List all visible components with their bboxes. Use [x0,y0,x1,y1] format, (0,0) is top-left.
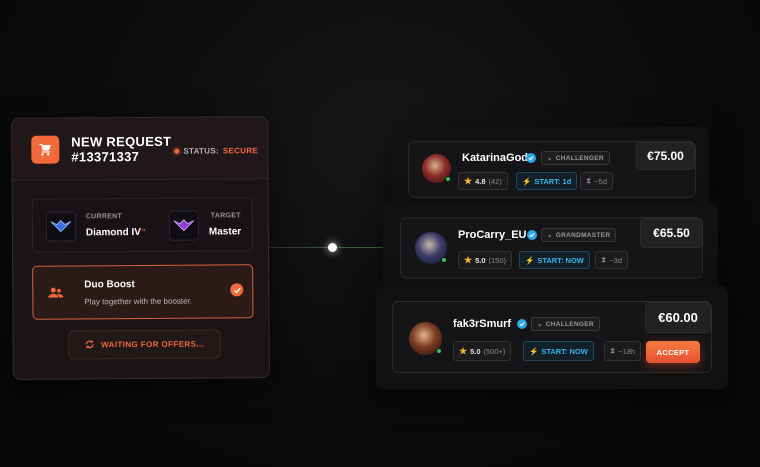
current-label: CURRENT [85,213,123,221]
users-icon [48,286,64,304]
request-title-line1: NEW REQUEST [71,133,172,150]
verified-icon [517,319,527,329]
eta-chip: ⧗ ~18h [604,341,642,361]
eta-chip: ⧗ ~5d [580,172,613,190]
refresh-icon [85,339,95,351]
hourglass-icon: ⧗ [601,255,607,264]
start-time-chip: ⚡ START: NOW [519,251,590,269]
request-header: NEW REQUEST #13371337 STATUS: SECURE [12,117,268,181]
bolt-icon: ⚡ [525,255,535,265]
status-badge: STATUS: SECURE [174,146,258,156]
avatar [409,322,442,355]
rank-panel: CURRENT Diamond IV → TARGET Master [31,197,254,253]
review-count: (42) [488,176,502,186]
waiting-for-offers-button[interactable]: WAITING FOR OFFERS... [68,329,221,360]
bolt-icon: ⚡ [522,176,532,186]
avatar [415,232,447,264]
review-count: (150) [488,255,507,265]
cart-icon [31,135,60,164]
arrow-right-icon: → [135,220,148,236]
booster-name: ProCarry_EU [458,229,527,241]
star-icon: ★ [464,175,473,186]
eta-value: ~18h [618,346,636,356]
hourglass-icon: ⧗ [586,176,592,185]
start-label: START: NOW [541,346,588,356]
eta-value: ~5d [594,176,607,186]
online-status-dot [445,176,451,182]
eta-chip: ⧗ ~3d [595,251,628,269]
request-id: #13371337 [71,149,140,165]
verified-icon [527,230,537,240]
duo-boost-option[interactable]: Duo Boost Play together with the booster… [32,264,254,320]
start-time-chip: ⚡ START: 1d [516,172,578,190]
accept-button[interactable]: ACCEPT [646,341,700,363]
connector-node [328,243,337,252]
request-card: NEW REQUEST #13371337 STATUS: SECURE CUR… [11,116,270,380]
offer-price: €75.00 [636,142,695,170]
rating-value: 5.0 [470,346,481,356]
avatar [422,154,451,183]
master-emblem-icon [168,210,199,241]
star-icon: ★ [459,345,468,356]
tier-badge: ⌄ GRANDMASTER [541,228,617,242]
diamond-emblem-icon [45,211,76,242]
rating-chip: ★ 5.0 (500+) [453,341,512,361]
tier-icon: ⌄ [547,232,553,239]
offer-price: €65.50 [640,218,703,248]
booster-name: fak3rSmurf [453,318,512,330]
rating-value: 4.8 [475,176,486,186]
tier-icon: ⌄ [547,155,553,162]
start-label: START: 1d [534,176,572,186]
tier-badge: ⌄ CHALLENGER [541,151,610,165]
target-label: TARGET [210,212,241,220]
tier-badge: ⌄ CHALLENGER [531,317,600,331]
tier-label: CHALLENGER [545,320,594,328]
tier-label: GRANDMASTER [555,231,611,239]
tier-icon: ⌄ [537,321,543,328]
target-rank: Master [208,226,242,238]
duo-boost-description: Play together with the booster. [84,296,193,307]
offer-price: €60.00 [645,302,711,333]
tier-label: CHALLENGER [555,154,604,162]
star-icon: ★ [464,254,473,265]
online-status-dot [436,348,442,354]
eta-value: ~3d [609,255,622,265]
rating-value: 5.0 [475,255,486,265]
online-status-dot [441,257,447,263]
start-time-chip: ⚡ START: NOW [523,341,594,361]
bolt-icon: ⚡ [529,346,539,356]
review-count: (500+) [483,346,506,356]
rating-chip: ★ 5.0 (150) [458,251,513,269]
status-value: SECURE [222,146,259,156]
request-title: NEW REQUEST #13371337 [71,134,171,165]
rating-chip: ★ 4.8 (42) [458,172,508,190]
status-dot [174,148,180,154]
booster-name: KatarinaGod [462,152,529,164]
waiting-label: WAITING FOR OFFERS... [101,339,205,350]
status-label: STATUS: [183,146,219,156]
hourglass-icon: ⧗ [610,346,616,355]
check-icon [230,283,244,297]
current-rank: Diamond IV [85,226,141,239]
start-label: START: NOW [537,255,584,265]
duo-boost-title: Duo Boost [84,279,135,291]
verified-icon [526,153,536,163]
